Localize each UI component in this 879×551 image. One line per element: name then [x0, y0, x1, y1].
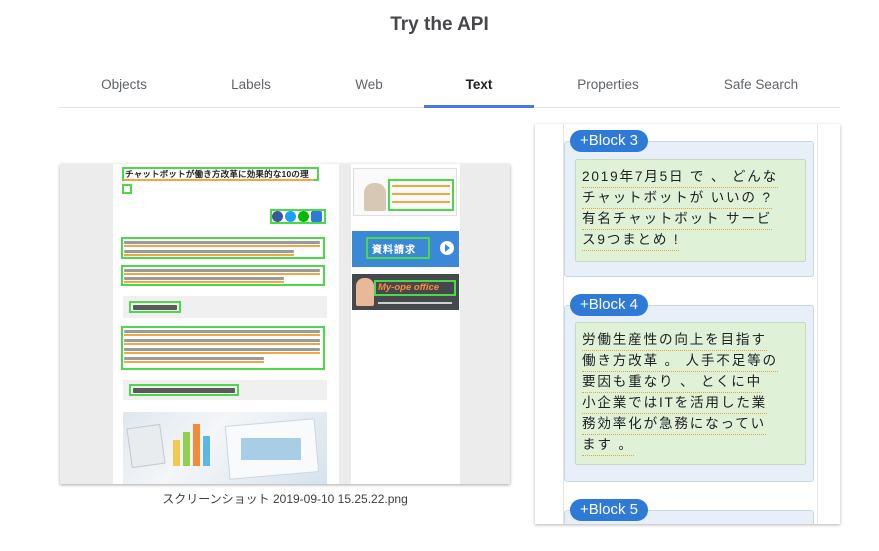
- block-4-line-3: 要因も重なり 、 とくに中: [582, 371, 763, 393]
- uploaded-image-preview[interactable]: チャットボットが働き方改革に効果的な10の理 資料請求 My-ope offic…: [60, 164, 510, 484]
- image-filename: スクリーンショット 2019-09-10 15.25.22.png: [162, 492, 408, 506]
- tab-properties[interactable]: Properties: [549, 64, 667, 107]
- tab-web[interactable]: Web: [313, 64, 425, 107]
- tab-labels[interactable]: Labels: [195, 64, 307, 107]
- ad-banner-text: My-ope office: [378, 282, 440, 293]
- block-3-line-3: 有名チャットボット サービ: [582, 208, 773, 230]
- block-4-line-5: 務効率化が急務になってい: [582, 413, 767, 435]
- active-tab-indicator: [424, 105, 534, 108]
- request-documents-button: 資料請求: [352, 231, 459, 267]
- block-3-paragraph[interactable]: 2019年7月5日 で 、 どんな チャットボットが いいの ? 有名チャットボ…: [575, 159, 806, 262]
- arrow-circle-icon: [440, 241, 454, 255]
- text-blocks-panel[interactable]: +Block 3 2019年7月5日 で 、 どんな チャットボットが いいの …: [535, 124, 840, 524]
- block-4-line-1: 労働生産性の向上を目指す: [582, 329, 767, 351]
- block-5-badge[interactable]: +Block 5: [570, 499, 648, 521]
- block-4-badge[interactable]: +Block 4: [570, 294, 648, 316]
- preview-article-column: チャットボットが働き方改革に効果的な10の理: [113, 164, 339, 484]
- page-title: Try the API: [390, 14, 489, 35]
- feature-tabs: Objects Labels Web Text Properties Safe …: [59, 64, 840, 108]
- block-4-paragraph[interactable]: 労働生産性の向上を目指す 働き方改革 。 人手不足等の 要因も重なり 、 とくに…: [575, 322, 806, 465]
- preview-sidebar-column: 資料請求 My-ope office: [351, 164, 460, 484]
- block-3-line-1: 2019年7月5日 で 、 どんな: [582, 166, 779, 188]
- ad-banner: My-ope office: [352, 274, 459, 310]
- block-3-line-2: チャットボットが いいの ?: [582, 187, 772, 209]
- calculator-shape: [126, 423, 166, 469]
- tab-safe-search[interactable]: Safe Search: [699, 64, 823, 107]
- block-4-line-2: 働き方改革 。 人手不足等の: [582, 350, 778, 372]
- block-4-line-6: ます 。: [582, 434, 634, 456]
- article-photo: [123, 412, 327, 484]
- tab-objects[interactable]: Objects: [66, 64, 182, 107]
- request-documents-label: 資料請求: [372, 245, 416, 256]
- block-3-line-4: ス9つまとめ !: [582, 229, 680, 251]
- block-3-badge[interactable]: +Block 3: [570, 130, 648, 152]
- block-4-line-4: 小企業ではITを活用した業: [582, 392, 768, 414]
- mascot-figure: [356, 278, 374, 306]
- person-photo: [364, 183, 386, 211]
- tab-text[interactable]: Text: [424, 64, 534, 107]
